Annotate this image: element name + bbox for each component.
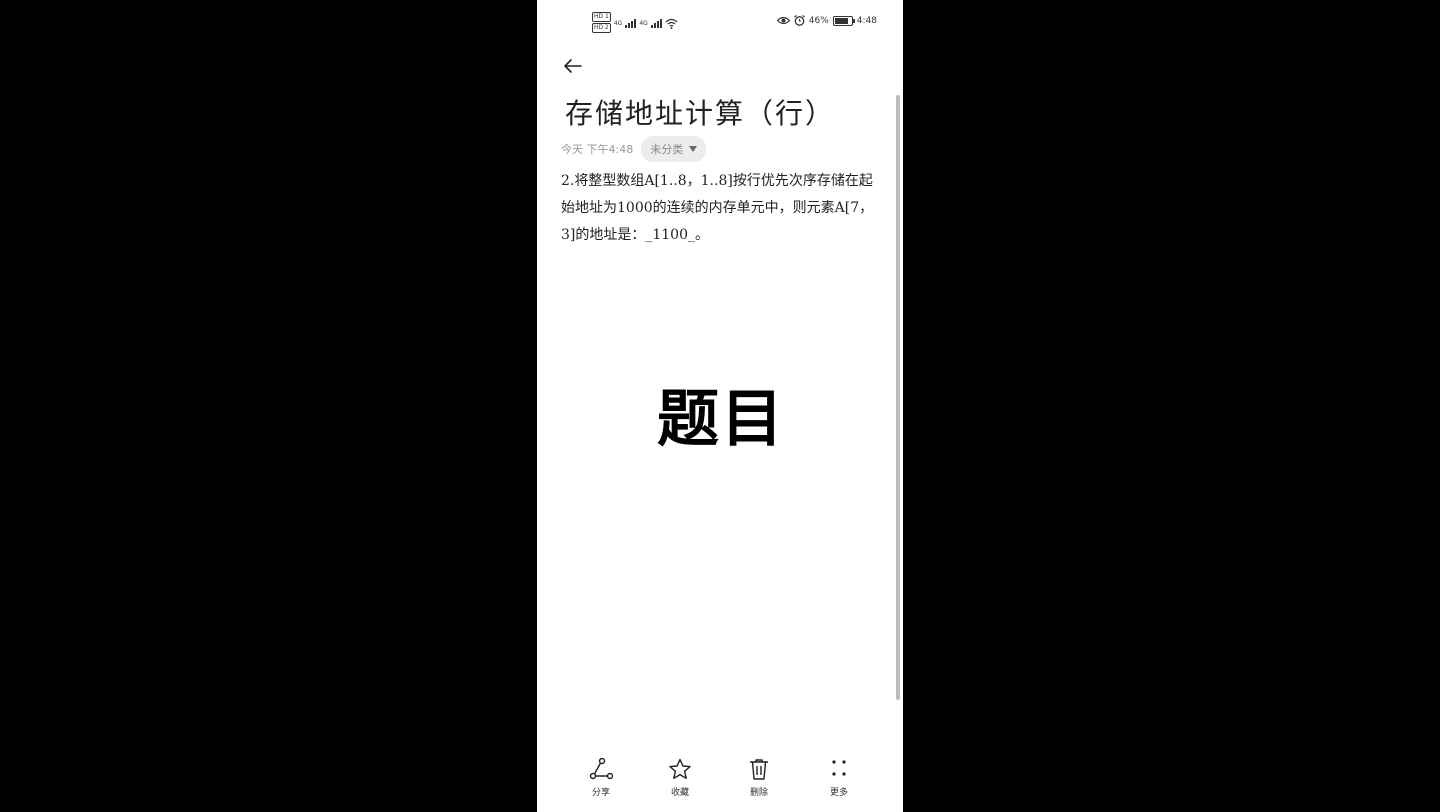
scrollbar[interactable] xyxy=(896,95,900,700)
more-icon xyxy=(832,760,846,776)
sim1-badge: HD 1 xyxy=(592,12,611,22)
note-body[interactable]: 2.将整型数组A[1..8，1..8]按行优先次序存储在起始地址为1000的连续… xyxy=(561,168,881,249)
trash-icon xyxy=(750,759,768,780)
note-title[interactable]: 存储地址计算（行） xyxy=(565,92,835,132)
back-arrow-icon[interactable] xyxy=(561,54,585,78)
signal2-icon xyxy=(650,18,662,28)
signal1-icon xyxy=(625,18,637,28)
phone-screen: HD 1 HD 2 4G 4G 46% 4:48 存储地址计算（行） 今天 下午… xyxy=(537,0,903,812)
share-label: 分享 xyxy=(591,788,610,798)
star-icon xyxy=(669,758,691,779)
delete-label: 删除 xyxy=(749,788,768,798)
alarm-icon xyxy=(793,15,805,26)
note-date: 今天 下午4:48 xyxy=(561,143,634,156)
network2-label: 4G xyxy=(639,19,648,27)
eye-comfort-icon xyxy=(776,16,790,25)
bottom-toolbar: 分享 收藏 删除 更多 xyxy=(537,752,903,812)
category-label: 未分类 xyxy=(650,143,684,156)
category-dropdown[interactable]: 未分类 xyxy=(641,136,707,162)
network1-label: 4G xyxy=(613,19,623,27)
wifi-icon xyxy=(665,18,678,29)
battery-percent: 46% xyxy=(808,15,829,26)
share-button[interactable]: 分享 xyxy=(576,757,626,798)
overlay-caption: 题目 xyxy=(657,382,786,455)
sim2-badge: HD 2 xyxy=(592,23,611,33)
caret-down-icon xyxy=(689,146,698,152)
favorite-label: 收藏 xyxy=(670,788,689,798)
status-bar: HD 1 HD 2 4G 4G 46% 4:48 xyxy=(537,0,903,44)
note-meta: 今天 下午4:48 未分类 xyxy=(561,136,707,162)
share-icon xyxy=(589,757,614,780)
status-right: 46% 4:48 xyxy=(776,15,877,26)
favorite-button[interactable]: 收藏 xyxy=(655,758,705,798)
status-left: HD 1 HD 2 4G 4G xyxy=(592,12,678,34)
clock: 4:48 xyxy=(856,15,877,26)
more-label: 更多 xyxy=(829,788,848,798)
more-button[interactable]: 更多 xyxy=(814,758,864,798)
delete-button[interactable]: 删除 xyxy=(734,758,784,798)
battery-icon xyxy=(832,15,855,26)
sim-indicators: HD 1 HD 2 xyxy=(592,12,611,34)
